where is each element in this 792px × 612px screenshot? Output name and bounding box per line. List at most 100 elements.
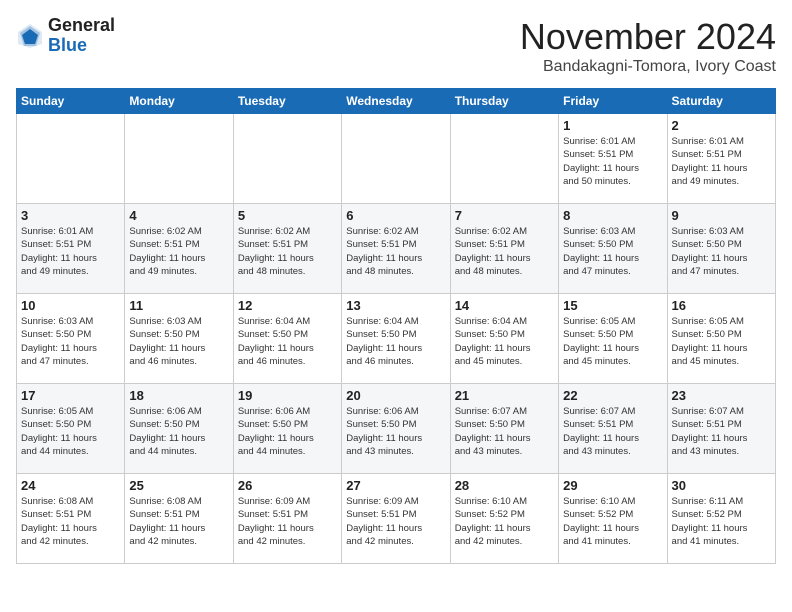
day-number: 1 xyxy=(563,118,662,133)
day-number: 28 xyxy=(455,478,554,493)
day-number: 14 xyxy=(455,298,554,313)
calendar-table: SundayMondayTuesdayWednesdayThursdayFrid… xyxy=(16,88,776,564)
day-number: 26 xyxy=(238,478,337,493)
calendar-week-row: 24 Sunrise: 6:08 AM Sunset: 5:51 PM Dayli… xyxy=(17,474,776,564)
day-number: 8 xyxy=(563,208,662,223)
calendar-cell: 8 Sunrise: 6:03 AM Sunset: 5:50 PM Daylig… xyxy=(559,204,667,294)
calendar-cell: 21Sunrise: 6:07 AM Sunset: 5:50 PM Dayli… xyxy=(450,384,558,474)
calendar-cell: 13Sunrise: 6:04 AM Sunset: 5:50 PM Dayli… xyxy=(342,294,450,384)
calendar-cell: 19 Sunrise: 6:06 AM Sunset: 5:50 PM Dayli… xyxy=(233,384,341,474)
day-number: 3 xyxy=(21,208,120,223)
day-number: 12 xyxy=(238,298,337,313)
day-number: 5 xyxy=(238,208,337,223)
day-info: Sunrise: 6:07 AM Sunset: 5:51 PM Dayligh… xyxy=(563,405,662,458)
day-number: 2 xyxy=(672,118,771,133)
day-number: 23 xyxy=(672,388,771,403)
day-number: 19 xyxy=(238,388,337,403)
day-info: Sunrise: 6:10 AM Sunset: 5:52 PM Dayligh… xyxy=(455,495,554,548)
day-info: Sunrise: 6:01 AM Sunset: 5:51 PM Dayligh… xyxy=(672,135,771,188)
logo-icon xyxy=(16,22,44,50)
day-number: 18 xyxy=(129,388,228,403)
calendar-cell: 3 Sunrise: 6:01 AM Sunset: 5:51 PM Daylig… xyxy=(17,204,125,294)
logo: General Blue xyxy=(16,16,115,56)
weekday-header: Wednesday xyxy=(342,89,450,114)
day-info: Sunrise: 6:11 AM Sunset: 5:52 PM Dayligh… xyxy=(672,495,771,548)
day-number: 10 xyxy=(21,298,120,313)
calendar-cell: 30 Sunrise: 6:11 AM Sunset: 5:52 PM Dayli… xyxy=(667,474,775,564)
day-number: 27 xyxy=(346,478,445,493)
day-info: Sunrise: 6:09 AM Sunset: 5:51 PM Dayligh… xyxy=(238,495,337,548)
calendar-header: SundayMondayTuesdayWednesdayThursdayFrid… xyxy=(17,89,776,114)
weekday-header: Sunday xyxy=(17,89,125,114)
calendar-cell: 18 Sunrise: 6:06 AM Sunset: 5:50 PM Dayli… xyxy=(125,384,233,474)
calendar-week-row: 1 Sunrise: 6:01 AM Sunset: 5:51 PM Daylig… xyxy=(17,114,776,204)
calendar-week-row: 10 Sunrise: 6:03 AM Sunset: 5:50 PM Dayli… xyxy=(17,294,776,384)
day-info: Sunrise: 6:01 AM Sunset: 5:51 PM Dayligh… xyxy=(563,135,662,188)
calendar-cell xyxy=(450,114,558,204)
calendar-cell xyxy=(342,114,450,204)
day-number: 20 xyxy=(346,388,445,403)
day-number: 30 xyxy=(672,478,771,493)
location-subtitle: Bandakagni-Tomora, Ivory Coast xyxy=(520,58,776,76)
day-info: Sunrise: 6:01 AM Sunset: 5:51 PM Dayligh… xyxy=(21,225,120,278)
day-info: Sunrise: 6:05 AM Sunset: 5:50 PM Dayligh… xyxy=(672,315,771,368)
weekday-header: Monday xyxy=(125,89,233,114)
calendar-cell: 22 Sunrise: 6:07 AM Sunset: 5:51 PM Dayli… xyxy=(559,384,667,474)
day-info: Sunrise: 6:03 AM Sunset: 5:50 PM Dayligh… xyxy=(21,315,120,368)
calendar-cell: 28 Sunrise: 6:10 AM Sunset: 5:52 PM Dayli… xyxy=(450,474,558,564)
calendar-cell: 7Sunrise: 6:02 AM Sunset: 5:51 PM Daylig… xyxy=(450,204,558,294)
calendar-cell: 4Sunrise: 6:02 AM Sunset: 5:51 PM Daylig… xyxy=(125,204,233,294)
calendar-cell xyxy=(17,114,125,204)
day-info: Sunrise: 6:09 AM Sunset: 5:51 PM Dayligh… xyxy=(346,495,445,548)
title-block: November 2024 Bandakagni-Tomora, Ivory C… xyxy=(520,16,776,76)
day-number: 22 xyxy=(563,388,662,403)
calendar-body: 1 Sunrise: 6:01 AM Sunset: 5:51 PM Daylig… xyxy=(17,114,776,564)
calendar-cell: 2 Sunrise: 6:01 AM Sunset: 5:51 PM Daylig… xyxy=(667,114,775,204)
day-info: Sunrise: 6:03 AM Sunset: 5:50 PM Dayligh… xyxy=(563,225,662,278)
day-info: Sunrise: 6:07 AM Sunset: 5:50 PM Dayligh… xyxy=(455,405,554,458)
logo-text: General Blue xyxy=(48,16,115,56)
day-info: Sunrise: 6:06 AM Sunset: 5:50 PM Dayligh… xyxy=(129,405,228,458)
day-number: 11 xyxy=(129,298,228,313)
day-number: 16 xyxy=(672,298,771,313)
calendar-cell: 11Sunrise: 6:03 AM Sunset: 5:50 PM Dayli… xyxy=(125,294,233,384)
day-info: Sunrise: 6:07 AM Sunset: 5:51 PM Dayligh… xyxy=(672,405,771,458)
weekday-header: Friday xyxy=(559,89,667,114)
calendar-cell: 9Sunrise: 6:03 AM Sunset: 5:50 PM Daylig… xyxy=(667,204,775,294)
weekday-header: Saturday xyxy=(667,89,775,114)
day-info: Sunrise: 6:08 AM Sunset: 5:51 PM Dayligh… xyxy=(21,495,120,548)
calendar-week-row: 17 Sunrise: 6:05 AM Sunset: 5:50 PM Dayli… xyxy=(17,384,776,474)
page-header: General Blue November 2024 Bandakagni-To… xyxy=(16,16,776,76)
day-number: 6 xyxy=(346,208,445,223)
calendar-cell: 16 Sunrise: 6:05 AM Sunset: 5:50 PM Dayli… xyxy=(667,294,775,384)
day-number: 24 xyxy=(21,478,120,493)
calendar-week-row: 3 Sunrise: 6:01 AM Sunset: 5:51 PM Daylig… xyxy=(17,204,776,294)
calendar-cell: 29 Sunrise: 6:10 AM Sunset: 5:52 PM Dayli… xyxy=(559,474,667,564)
day-number: 25 xyxy=(129,478,228,493)
calendar-cell: 1 Sunrise: 6:01 AM Sunset: 5:51 PM Daylig… xyxy=(559,114,667,204)
day-info: Sunrise: 6:02 AM Sunset: 5:51 PM Dayligh… xyxy=(455,225,554,278)
day-info: Sunrise: 6:06 AM Sunset: 5:50 PM Dayligh… xyxy=(238,405,337,458)
day-info: Sunrise: 6:04 AM Sunset: 5:50 PM Dayligh… xyxy=(346,315,445,368)
calendar-cell xyxy=(125,114,233,204)
day-info: Sunrise: 6:05 AM Sunset: 5:50 PM Dayligh… xyxy=(21,405,120,458)
day-info: Sunrise: 6:06 AM Sunset: 5:50 PM Dayligh… xyxy=(346,405,445,458)
calendar-cell xyxy=(233,114,341,204)
day-info: Sunrise: 6:02 AM Sunset: 5:51 PM Dayligh… xyxy=(238,225,337,278)
day-info: Sunrise: 6:02 AM Sunset: 5:51 PM Dayligh… xyxy=(346,225,445,278)
calendar-cell: 23 Sunrise: 6:07 AM Sunset: 5:51 PM Dayli… xyxy=(667,384,775,474)
day-number: 29 xyxy=(563,478,662,493)
calendar-cell: 24 Sunrise: 6:08 AM Sunset: 5:51 PM Dayli… xyxy=(17,474,125,564)
weekday-row: SundayMondayTuesdayWednesdayThursdayFrid… xyxy=(17,89,776,114)
day-info: Sunrise: 6:10 AM Sunset: 5:52 PM Dayligh… xyxy=(563,495,662,548)
day-number: 17 xyxy=(21,388,120,403)
day-number: 15 xyxy=(563,298,662,313)
calendar-cell: 26 Sunrise: 6:09 AM Sunset: 5:51 PM Dayli… xyxy=(233,474,341,564)
day-info: Sunrise: 6:04 AM Sunset: 5:50 PM Dayligh… xyxy=(238,315,337,368)
calendar-cell: 6 Sunrise: 6:02 AM Sunset: 5:51 PM Daylig… xyxy=(342,204,450,294)
calendar-cell: 20 Sunrise: 6:06 AM Sunset: 5:50 PM Dayli… xyxy=(342,384,450,474)
weekday-header: Tuesday xyxy=(233,89,341,114)
calendar-cell: 27 Sunrise: 6:09 AM Sunset: 5:51 PM Dayli… xyxy=(342,474,450,564)
weekday-header: Thursday xyxy=(450,89,558,114)
day-number: 4 xyxy=(129,208,228,223)
